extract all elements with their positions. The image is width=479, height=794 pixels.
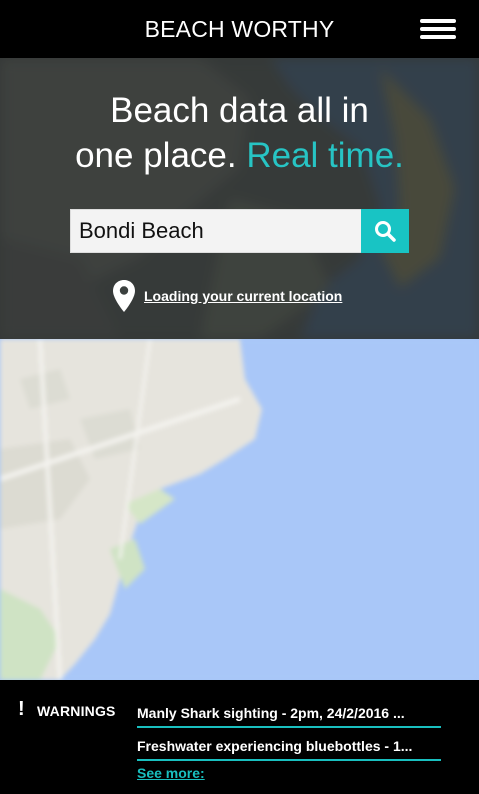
warning-item[interactable]: Manly Shark sighting - 2pm, 24/2/2016 ..… (137, 705, 441, 728)
search-input[interactable] (71, 210, 362, 252)
warnings-panel: ! WARNINGS Manly Shark sighting - 2pm, 2… (0, 680, 479, 794)
search-icon (375, 221, 396, 242)
headline-line-1: Beach data all in (110, 91, 369, 130)
location-label[interactable]: Loading your current location (144, 288, 342, 304)
map-pin-icon (113, 280, 135, 312)
warning-item[interactable]: Freshwater experiencing bluebottles - 1.… (137, 738, 441, 761)
hero-headline: Beach data all in one place. Real time. (0, 88, 479, 178)
hamburger-menu-icon[interactable] (420, 19, 456, 39)
search-button[interactable] (361, 209, 409, 253)
current-location-link[interactable]: Loading your current location (112, 278, 342, 314)
see-more-link[interactable]: See more: (137, 765, 205, 781)
search-field[interactable] (70, 209, 362, 253)
headline-plain: one place. (75, 136, 247, 175)
beach-map[interactable] (0, 339, 479, 680)
top-bar: BEACH WORTHY (0, 0, 479, 58)
hero-section: Beach data all in one place. Real time. … (0, 58, 479, 339)
headline-line-2: one place. Real time. (0, 133, 479, 178)
warnings-title: WARNINGS (37, 703, 116, 719)
headline-accent: Real time. (246, 136, 404, 175)
warning-icon: ! (18, 698, 25, 720)
app-title: BEACH WORTHY (144, 16, 335, 42)
